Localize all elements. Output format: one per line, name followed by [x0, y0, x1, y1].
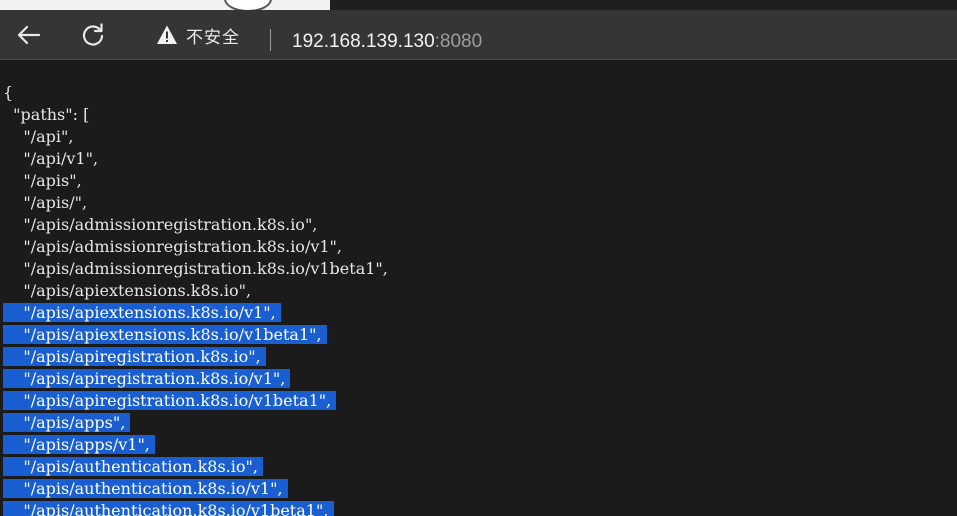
warning-icon — [157, 25, 177, 44]
url-host: 192.168.139.130 — [292, 31, 435, 52]
json-path-item-selected: "/apis/apiextensions.k8s.io/v1beta1", — [3, 324, 388, 346]
json-path-item: "/apis/admissionregistration.k8s.io/v1be… — [23, 259, 388, 278]
browser-toolbar: 不安全 192.168.139.130:8080 — [0, 10, 957, 60]
back-button[interactable] — [14, 20, 44, 50]
json-path-item: "/apis/admissionregistration.k8s.io/v1", — [23, 237, 342, 256]
json-path-item: "/api/v1", — [23, 149, 99, 168]
json-path-item-selected: "/apis/apiregistration.k8s.io", — [3, 346, 388, 368]
arrow-left-icon — [17, 25, 41, 45]
security-indicator[interactable]: 不安全 — [156, 20, 240, 50]
json-path-item-selected: "/apis/apiregistration.k8s.io/v1", — [3, 368, 388, 390]
json-path-item-selected: "/apis/apps", — [3, 412, 388, 434]
json-path-item-selected: "/apis/apiextensions.k8s.io/v1", — [3, 302, 388, 324]
json-path-item-selected: "/apis/authentication.k8s.io/v1", — [3, 478, 388, 500]
json-open-brace: { — [3, 83, 14, 102]
reload-button[interactable] — [78, 20, 108, 50]
active-tab[interactable] — [0, 0, 330, 10]
security-label: 不安全 — [186, 27, 240, 48]
json-path-item: "/apis/apiextensions.k8s.io", — [23, 281, 252, 300]
reload-icon — [82, 23, 104, 46]
json-path-item-selected: "/apis/apps/v1", — [3, 434, 388, 456]
json-path-item: "/apis/", — [23, 193, 88, 212]
json-path-item: "/apis/admissionregistration.k8s.io", — [23, 215, 318, 234]
json-path-item-selected: "/apis/authentication.k8s.io/v1beta1", — [3, 500, 388, 516]
json-path-item-selected: "/apis/authentication.k8s.io", — [3, 456, 388, 478]
json-path-item: "/api", — [23, 127, 74, 146]
page-content: { "paths": [ "/api", "/api/v1", "/apis",… — [0, 60, 957, 516]
address-divider — [270, 29, 271, 51]
json-path-item: "/apis", — [23, 171, 82, 190]
address-bar[interactable]: 192.168.139.130:8080 — [292, 30, 482, 54]
url-port: :8080 — [434, 31, 483, 52]
tab-strip — [0, 0, 957, 12]
json-viewer: { "paths": [ "/api", "/api/v1", "/apis",… — [3, 82, 388, 516]
json-paths-key: "paths": [ — [13, 105, 90, 124]
json-path-item-selected: "/apis/apiregistration.k8s.io/v1beta1", — [3, 390, 388, 412]
